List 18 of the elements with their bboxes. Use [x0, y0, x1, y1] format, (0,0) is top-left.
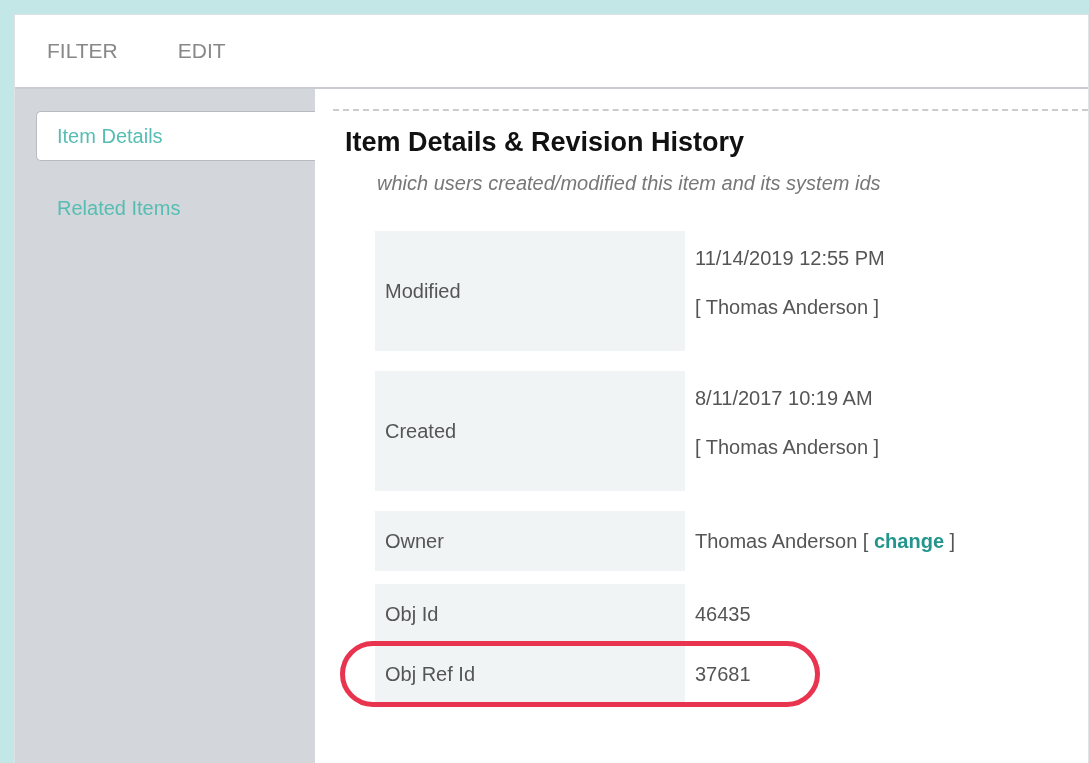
detail-label: Obj Ref Id — [375, 644, 685, 704]
owner-value: Thomas Anderson [ change ] — [695, 529, 956, 553]
detail-value: 8/11/2017 10:19 AM — [695, 387, 874, 410]
sidebar-tab[interactable]: Item Details — [36, 111, 315, 161]
toolbar-menu-item[interactable]: FILTER — [47, 39, 118, 63]
detail-label: Created — [375, 371, 685, 491]
section-title: Item Details & Revision History — [345, 127, 746, 158]
detail-label: Owner — [375, 511, 685, 571]
detail-label: Obj Id — [375, 584, 685, 644]
detail-value: 46435 — [695, 602, 751, 626]
detail-value: [ Thomas Anderson ] — [695, 296, 881, 319]
section-subtitle: which users created/modified this item and its system ids — [377, 172, 882, 195]
detail-value: [ Thomas Anderson ] — [695, 436, 880, 459]
detail-value: 11/14/2019 12:55 PM — [695, 247, 885, 270]
change-link[interactable]: change — [874, 529, 944, 552]
detail-label: Modified — [375, 231, 685, 351]
detail-value: 37681 — [695, 662, 751, 686]
toolbar-menu-item[interactable]: EDIT — [177, 39, 226, 63]
